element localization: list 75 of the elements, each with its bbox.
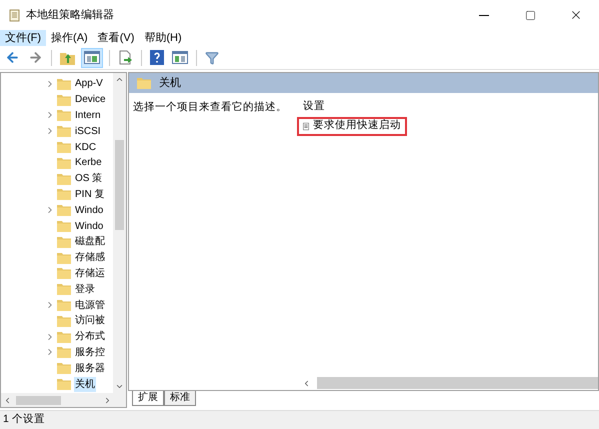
scroll-thumb[interactable] bbox=[16, 396, 61, 404]
column-header[interactable]: 设置 bbox=[297, 99, 407, 115]
forward-icon[interactable] bbox=[28, 50, 43, 65]
folder-icon bbox=[137, 77, 151, 89]
tree-item[interactable]: 访问被 bbox=[74, 313, 106, 328]
tree-item[interactable]: 磁盘配 bbox=[74, 234, 106, 250]
folder-up-icon[interactable] bbox=[60, 50, 75, 64]
filter-icon[interactable] bbox=[205, 50, 219, 64]
tree-item[interactable]: Windo bbox=[74, 202, 104, 218]
scroll-up-icon[interactable] bbox=[115, 75, 124, 84]
scroll-down-icon[interactable] bbox=[115, 382, 124, 391]
tree-item[interactable]: Intern bbox=[74, 108, 102, 123]
export-icon[interactable] bbox=[118, 50, 133, 65]
menu-item[interactable]: 帮助(H) bbox=[139, 30, 187, 46]
folder-icon bbox=[57, 141, 71, 154]
minimize-icon bbox=[479, 14, 489, 16]
vertical-scrollbar[interactable] bbox=[113, 73, 126, 393]
tree-item[interactable]: 电源管 bbox=[74, 298, 106, 313]
folder-icon bbox=[57, 78, 71, 90]
folder-icon bbox=[57, 220, 71, 232]
menu-item[interactable]: 文件(F) bbox=[0, 30, 46, 46]
back-icon[interactable] bbox=[5, 50, 20, 65]
folder-icon bbox=[57, 172, 71, 185]
scroll-right-icon[interactable] bbox=[103, 396, 112, 404]
folder-icon bbox=[57, 125, 71, 138]
menu-item[interactable]: 查看(V) bbox=[92, 30, 140, 46]
tab[interactable]: 标准 bbox=[164, 391, 196, 406]
tree-item[interactable]: 分布式 bbox=[74, 329, 106, 344]
tree-item[interactable]: 关机 bbox=[74, 376, 96, 392]
folder-icon bbox=[57, 362, 71, 374]
tree-item[interactable]: Device bbox=[74, 92, 107, 108]
tree-item[interactable]: Kerbe bbox=[74, 155, 103, 170]
tree-item[interactable]: PIN 复 bbox=[74, 186, 106, 202]
tree-item[interactable]: KDC bbox=[74, 140, 98, 155]
tree-item[interactable]: 存储感 bbox=[74, 250, 106, 266]
folder-icon bbox=[57, 156, 71, 169]
setting-item[interactable]: 要求使用快速启动 bbox=[297, 116, 407, 136]
tree-item[interactable]: 服务器 bbox=[74, 360, 106, 376]
folder-icon bbox=[57, 204, 71, 216]
folder-icon bbox=[57, 94, 71, 106]
view-icon[interactable] bbox=[172, 51, 188, 64]
tree-item[interactable]: 登录 bbox=[74, 282, 96, 297]
tree-item[interactable]: 存储运 bbox=[74, 266, 106, 281]
folder-icon bbox=[57, 109, 71, 122]
folder-icon bbox=[57, 188, 71, 200]
folder-icon bbox=[57, 314, 71, 327]
pane-icon[interactable] bbox=[84, 51, 100, 64]
details-title: 关机 bbox=[159, 76, 181, 91]
folder-icon bbox=[57, 330, 71, 343]
scroll-left-icon[interactable] bbox=[3, 396, 12, 404]
folder-icon bbox=[57, 252, 71, 264]
folder-icon bbox=[57, 267, 71, 280]
folder-icon bbox=[57, 299, 71, 312]
setting-icon bbox=[303, 120, 309, 132]
app-icon bbox=[8, 8, 20, 22]
folder-icon bbox=[57, 236, 71, 248]
status-text: 1 个设置 bbox=[2, 412, 45, 428]
horizontal-scrollbar[interactable] bbox=[317, 377, 598, 389]
folder-icon bbox=[57, 346, 71, 358]
scroll-left-icon[interactable] bbox=[302, 378, 311, 388]
maximize-icon bbox=[524, 10, 536, 20]
tree-item[interactable]: OS 策 bbox=[74, 171, 104, 186]
window-title: 本地组策略编辑器 bbox=[26, 8, 114, 23]
folder-icon bbox=[57, 378, 71, 390]
tree-item[interactable]: 服务控 bbox=[74, 344, 106, 360]
scroll-thumb[interactable] bbox=[115, 140, 124, 230]
tree-item[interactable]: App-V bbox=[74, 76, 104, 92]
tree-item[interactable]: Windo bbox=[74, 218, 104, 234]
menu-item[interactable]: 操作(A) bbox=[46, 30, 93, 46]
help-icon[interactable] bbox=[150, 50, 164, 65]
horizontal-scrollbar[interactable] bbox=[1, 393, 126, 407]
folder-icon bbox=[57, 283, 71, 296]
tab[interactable]: 扩展 bbox=[132, 391, 164, 406]
tree-item[interactable]: iSCSI bbox=[74, 124, 102, 139]
description-text: 选择一个项目来查看它的描述。 bbox=[133, 101, 287, 113]
